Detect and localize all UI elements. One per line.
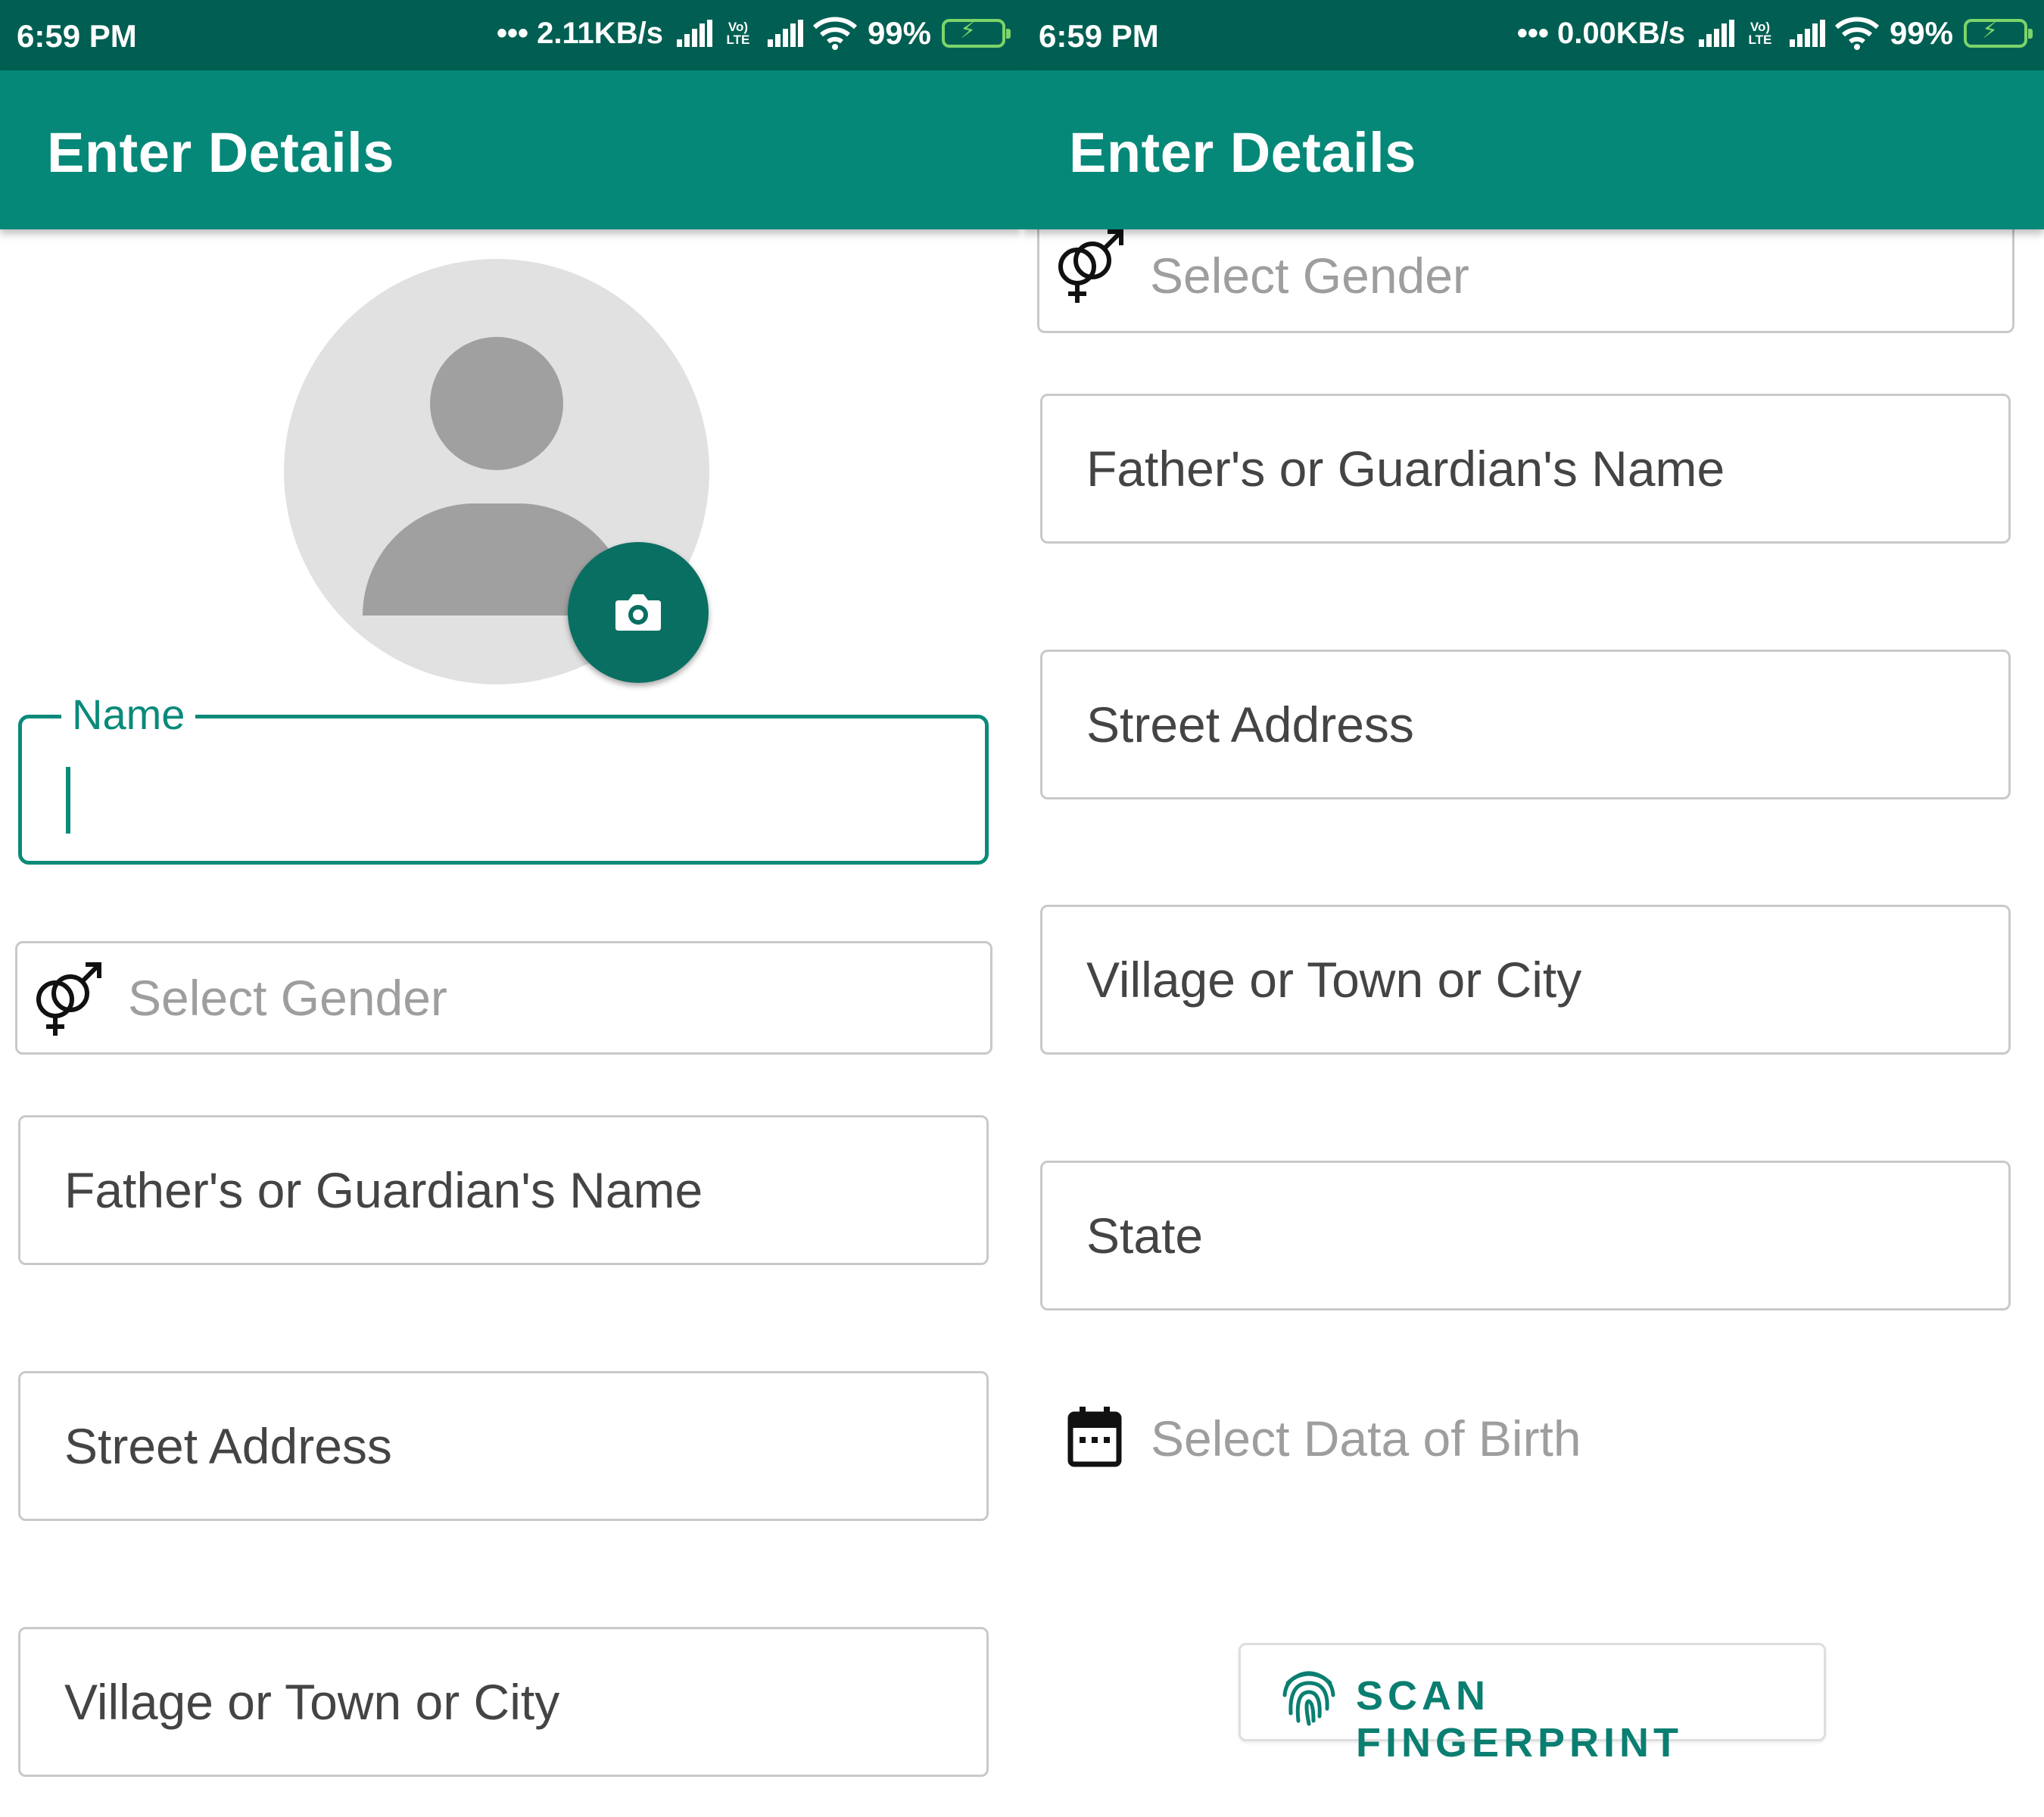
screen-right: 6:59 PM ••• 0.00KB/s Vo) LTE 99% ⚡ Enter… [1022,0,2044,1817]
app-bar: Enter Details [1022,70,2044,229]
camera-icon [615,594,661,631]
name-field[interactable]: Name [18,690,989,865]
gender-icon [1058,229,1123,303]
gender-select[interactable]: Select Gender [15,941,992,1055]
battery-icon: ⚡ [1964,19,2033,48]
status-indicators: ••• 2.11KB/s Vo) LTE 99% ⚡ [497,15,1011,51]
volte-icon: Vo) LTE [1748,20,1772,47]
text-cursor [66,767,70,834]
street-address-field[interactable]: Street Address [18,1371,989,1521]
signal-icon [1696,20,1734,47]
gender-select[interactable]: Select Gender [1037,220,2014,333]
page-title: Enter Details [47,121,394,184]
volte-icon: Vo) LTE [726,20,750,47]
scan-fingerprint-label: SCAN FINGERPRINT [1356,1673,1684,1766]
name-field-label: Name [61,690,196,739]
status-indicators: ••• 0.00KB/s Vo) LTE 99% ⚡ [1516,15,2033,51]
state-placeholder: State [1086,1208,1204,1264]
signal-icon [765,20,803,47]
signal-icon [674,20,712,47]
state-field[interactable]: State [1040,1161,2011,1311]
battery-percent: 99% [1889,15,1953,51]
street-address-placeholder: Street Address [64,1418,392,1474]
guardian-name-field[interactable]: Father's or Guardian's Name [1040,394,2011,544]
battery-icon: ⚡ [942,19,1011,48]
street-address-placeholder: Street Address [1086,697,1414,753]
wifi-icon [812,17,857,50]
status-bar: 6:59 PM ••• 0.00KB/s Vo) LTE 99% ⚡ [1022,0,2044,70]
status-time: 6:59 PM [1039,18,1159,54]
fingerprint-icon [1282,1671,1335,1726]
dob-placeholder: Select Data of Birth [1151,1410,1581,1466]
guardian-name-placeholder: Father's or Guardian's Name [64,1162,703,1218]
network-speed: ••• 2.11KB/s [497,16,663,50]
city-field[interactable]: Village or Town or City [1040,905,2011,1055]
network-speed: ••• 0.00KB/s [1516,16,1685,50]
gender-placeholder: Select Gender [128,970,447,1026]
screen-left: 6:59 PM ••• 2.11KB/s Vo) LTE 99% ⚡ Enter… [0,0,1022,1817]
guardian-name-placeholder: Father's or Guardian's Name [1086,441,1725,497]
gender-placeholder: Select Gender [1150,247,1469,304]
city-field[interactable]: Village or Town or City [18,1627,989,1777]
wifi-icon [1834,17,1879,50]
calendar-icon [1067,1407,1122,1467]
status-time: 6:59 PM [17,18,137,54]
signal-icon [1787,20,1825,47]
page-title: Enter Details [1069,121,1416,184]
status-bar: 6:59 PM ••• 2.11KB/s Vo) LTE 99% ⚡ [0,0,1022,70]
camera-button[interactable] [568,542,709,683]
scan-fingerprint-button[interactable]: SCAN FINGERPRINT [1239,1643,1826,1766]
dob-select[interactable]: Select Data of Birth [1040,1393,2011,1484]
gender-icon [36,962,101,1036]
guardian-name-field[interactable]: Father's or Guardian's Name [18,1115,989,1265]
battery-percent: 99% [867,15,931,51]
city-placeholder: Village or Town or City [1086,952,1582,1008]
city-placeholder: Village or Town or City [64,1674,560,1730]
street-address-field[interactable]: Street Address [1040,650,2011,799]
avatar-head [430,337,563,470]
app-bar: Enter Details [0,70,1022,229]
